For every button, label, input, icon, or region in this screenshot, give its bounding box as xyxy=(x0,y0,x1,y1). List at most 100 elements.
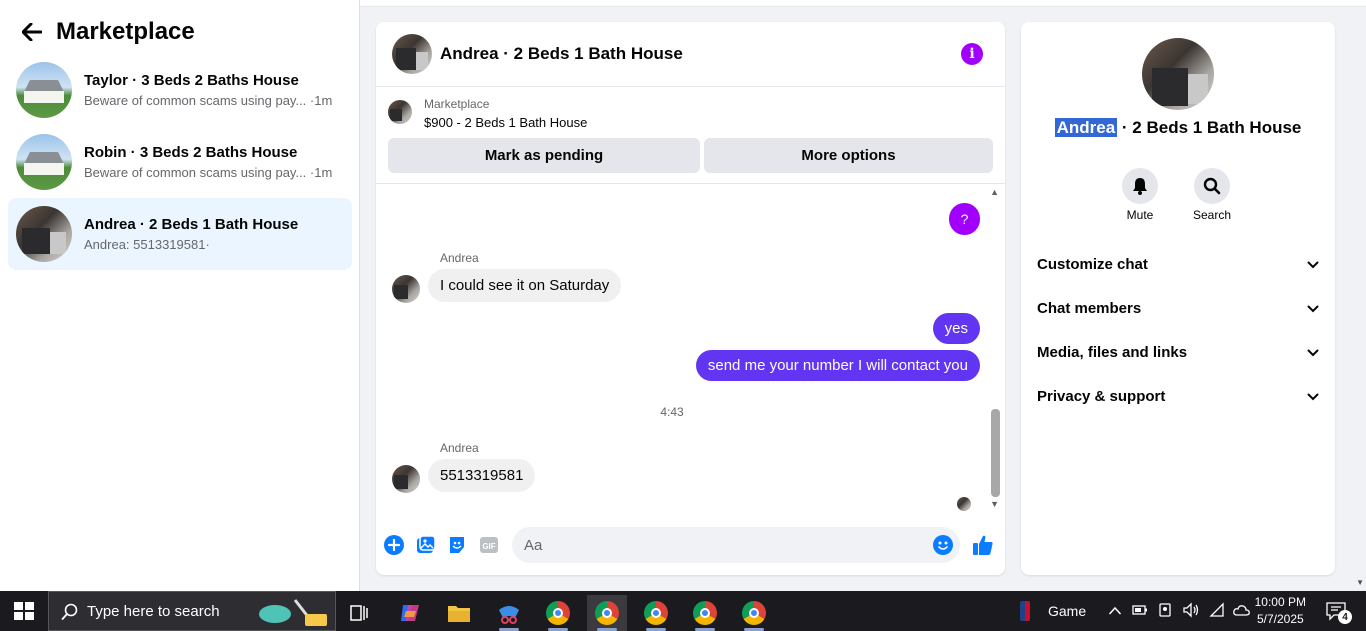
photo-icon[interactable] xyxy=(415,534,437,556)
chat-title[interactable]: Andrea · 2 Beds 1 Bath House xyxy=(440,44,683,64)
battery-icon[interactable] xyxy=(1132,603,1148,620)
chrome-profile-4-icon[interactable] xyxy=(685,595,725,631)
back-arrow-icon[interactable] xyxy=(20,20,44,44)
windows-taskbar: Type here to search Game 10:00 PM 5/7/20… xyxy=(0,591,1366,631)
search-label: Search xyxy=(1192,208,1232,222)
seen-indicator-avatar xyxy=(957,497,971,511)
sticker-icon[interactable] xyxy=(446,534,468,556)
sender-name: Andrea xyxy=(440,441,479,455)
section-label: Media, files and links xyxy=(1037,343,1188,361)
search-icon xyxy=(61,603,79,626)
listing-price[interactable]: $900 - 2 Beds 1 Bath House xyxy=(424,115,587,130)
search-highlight-icon xyxy=(255,596,331,628)
conversation-time: · xyxy=(205,237,210,252)
sender-avatar xyxy=(392,275,420,303)
wifi-icon[interactable] xyxy=(1209,601,1225,621)
scrollbar-thumb[interactable] xyxy=(991,409,1000,497)
windows-start-icon[interactable] xyxy=(14,602,34,620)
scroll-down-arrow-icon[interactable]: ▼ xyxy=(990,499,999,509)
sidebar-title: Marketplace xyxy=(56,18,195,45)
mark-as-pending-button[interactable]: Mark as pending xyxy=(388,138,700,173)
emoji-icon[interactable] xyxy=(932,534,954,556)
task-view-icon[interactable] xyxy=(340,595,380,631)
mute-button[interactable]: Mute xyxy=(1110,168,1170,222)
sender-name: Andrea xyxy=(440,251,479,265)
section-customize-chat[interactable]: Customize chat xyxy=(1037,250,1319,278)
volume-icon[interactable] xyxy=(1182,601,1200,621)
conversation-snippet: Beware of common scams using pay... xyxy=(84,93,307,108)
info-icon[interactable]: i xyxy=(961,43,983,65)
sender-avatar xyxy=(392,465,420,493)
search-icon xyxy=(1194,168,1230,204)
top-strip xyxy=(360,0,1366,7)
message-list: ? Andrea I could see it on Saturday yes … xyxy=(376,185,1005,515)
outgoing-message: yes xyxy=(932,313,980,344)
taskbar-clock[interactable]: 10:00 PM 5/7/2025 xyxy=(1255,594,1306,628)
composer: GIF xyxy=(376,522,1005,568)
conversation-snippet: Andrea: 5513319581 xyxy=(84,237,206,252)
conversation-time: ·1m xyxy=(309,165,333,180)
conversation-title: Robin · 3 Beds 2 Baths House xyxy=(84,144,298,161)
listing-avatar xyxy=(16,62,72,118)
chat-avatar[interactable] xyxy=(392,34,432,74)
thumbs-up-icon[interactable] xyxy=(972,534,994,556)
mute-label: Mute xyxy=(1126,208,1154,222)
chrome-profile-3-icon[interactable] xyxy=(636,595,676,631)
chevron-up-icon[interactable] xyxy=(1108,603,1122,619)
copilot-icon[interactable] xyxy=(390,595,430,631)
chevron-down-icon xyxy=(1307,388,1319,405)
taskbar-search-box[interactable]: Type here to search xyxy=(48,591,336,631)
meet-now-icon[interactable] xyxy=(1157,602,1173,621)
sidebar-header: Marketplace xyxy=(20,18,195,46)
conversation-title: Andrea · 2 Beds 1 Bath House xyxy=(84,216,299,233)
plus-icon[interactable] xyxy=(383,534,405,556)
listing-label: Marketplace xyxy=(424,97,490,111)
chat-panel: Andrea · 2 Beds 1 Bath House i Marketpla… xyxy=(376,22,1005,575)
more-options-button[interactable]: More options xyxy=(704,138,993,173)
system-tray xyxy=(1108,591,1251,631)
clock-date: 5/7/2025 xyxy=(1256,612,1304,626)
chevron-down-icon xyxy=(1307,344,1319,361)
conversation-item-taylor[interactable]: Taylor · 3 Beds 2 Baths House Beware of … xyxy=(8,54,352,126)
profile-avatar[interactable] xyxy=(1142,38,1214,110)
bell-icon xyxy=(1122,168,1158,204)
file-explorer-icon[interactable] xyxy=(439,595,479,631)
section-media-files-links[interactable]: Media, files and links xyxy=(1037,338,1319,366)
page-scroll-down-icon[interactable]: ▼ xyxy=(1356,578,1364,587)
section-label: Chat members xyxy=(1037,299,1142,317)
conversation-item-robin[interactable]: Robin · 3 Beds 2 Baths House Beware of c… xyxy=(8,126,352,198)
conversation-item-andrea[interactable]: Andrea · 2 Beds 1 Bath House Andrea: 551… xyxy=(8,198,352,270)
conversation-title: Taylor · 3 Beds 2 Baths House xyxy=(84,72,299,89)
nba-logo-icon xyxy=(1020,601,1030,621)
scroll-up-arrow-icon[interactable]: ▲ xyxy=(990,187,999,197)
chrome-profile-2-icon[interactable] xyxy=(587,595,627,631)
onedrive-icon[interactable] xyxy=(1233,603,1251,620)
notification-count-badge: 4 xyxy=(1338,610,1352,624)
chevron-down-icon xyxy=(1307,300,1319,317)
listing-card: Marketplace $900 - 2 Beds 1 Bath House M… xyxy=(376,88,1005,184)
message-timestamp: 4:43 xyxy=(660,405,684,419)
chrome-profile-5-icon[interactable] xyxy=(734,595,774,631)
game-widget[interactable]: Game xyxy=(1020,591,1086,631)
chat-header: Andrea · 2 Beds 1 Bath House i xyxy=(376,22,1005,87)
listing-avatar xyxy=(16,206,72,262)
notification-center-icon[interactable]: 4 xyxy=(1326,601,1352,624)
svg-text:GIF: GIF xyxy=(482,542,495,551)
conversation-snippet: Beware of common scams using pay... xyxy=(84,165,307,180)
profile-name: Andrea · 2 Beds 1 Bath House xyxy=(1021,118,1335,138)
conversation-time: ·1m xyxy=(309,93,333,108)
gif-icon[interactable]: GIF xyxy=(478,534,500,556)
outgoing-message: ? xyxy=(949,203,980,235)
section-chat-members[interactable]: Chat members xyxy=(1037,294,1319,322)
listing-thumbnail[interactable] xyxy=(388,100,412,124)
snipping-tool-icon[interactable] xyxy=(489,595,529,631)
profile-name-highlight: Andrea xyxy=(1054,118,1118,137)
search-button[interactable]: Search xyxy=(1182,168,1242,222)
section-label: Customize chat xyxy=(1037,255,1148,273)
section-privacy-support[interactable]: Privacy & support xyxy=(1037,382,1319,410)
profile-name-rest: · 2 Beds 1 Bath House xyxy=(1117,118,1302,137)
message-input[interactable] xyxy=(512,527,960,563)
chevron-down-icon xyxy=(1307,256,1319,273)
incoming-message: 5513319581 xyxy=(428,459,536,492)
chrome-profile-e-icon[interactable] xyxy=(538,595,578,631)
